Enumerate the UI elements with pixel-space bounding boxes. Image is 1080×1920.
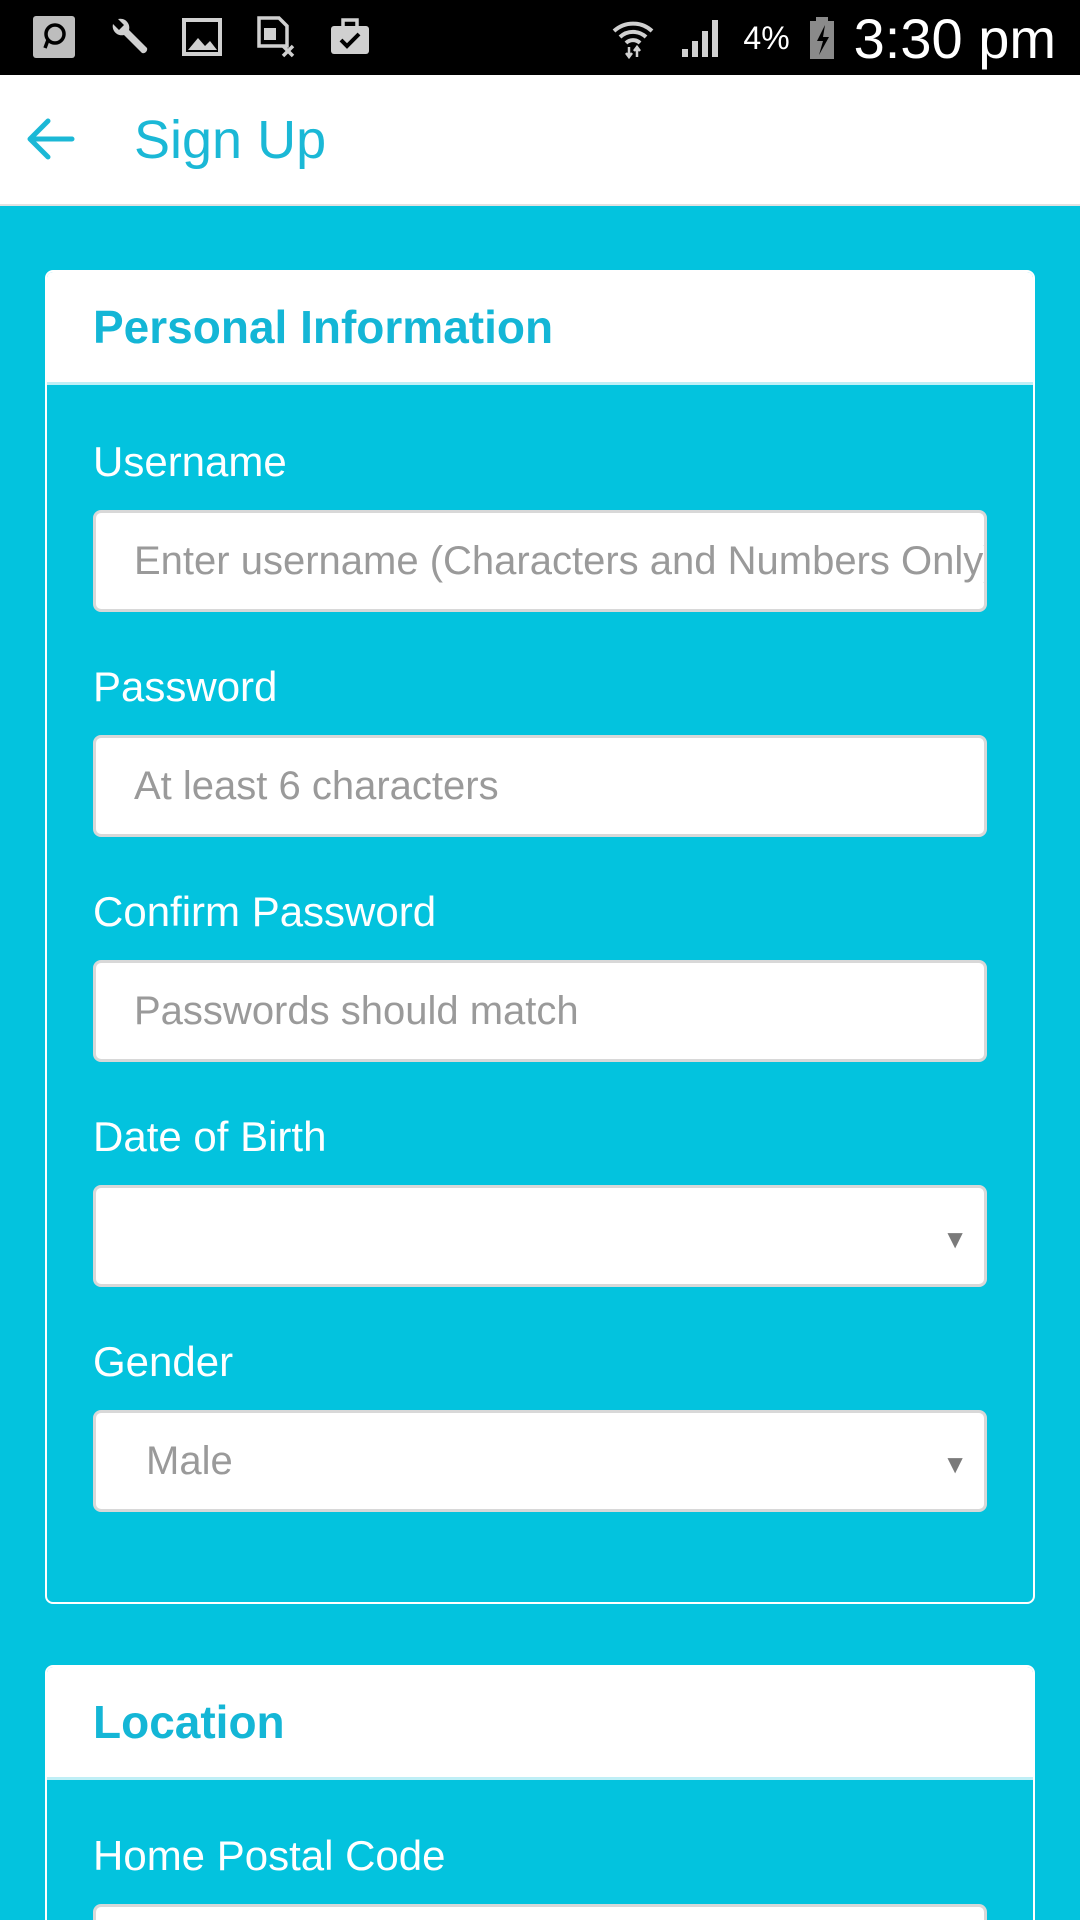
- personal-information-header: Personal Information: [47, 272, 1033, 385]
- date-of-birth-label: Date of Birth: [93, 1113, 327, 1160]
- clock: 3:30 pm: [853, 6, 1056, 70]
- battery-charging-icon: [806, 12, 838, 64]
- password-input[interactable]: [93, 735, 987, 837]
- back-button[interactable]: [18, 107, 82, 171]
- location-card: Location Home Postal Code: [45, 1665, 1035, 1920]
- gender-select[interactable]: Male ▼: [93, 1410, 987, 1512]
- arrow-left-icon: [27, 118, 75, 160]
- home-postal-code-label: Home Postal Code: [93, 1832, 446, 1879]
- signal-icon: [675, 12, 727, 64]
- clipboard-check-icon: [324, 11, 376, 63]
- date-of-birth-select[interactable]: ▼: [93, 1185, 987, 1287]
- sim-off-icon: [250, 11, 302, 63]
- status-bar-notifications: [28, 12, 376, 62]
- personal-information-title: Personal Information: [93, 301, 554, 353]
- username-label: Username: [93, 438, 287, 485]
- caret-down-icon: ▼: [942, 1224, 968, 1254]
- status-bar-system: 4% 3:30 pm: [607, 6, 1056, 70]
- location-header: Location: [47, 1667, 1033, 1780]
- chat-bubble-icon: [28, 11, 80, 63]
- image-icon: [176, 11, 228, 63]
- confirm-password-label: Confirm Password: [93, 888, 437, 935]
- caret-down-icon: ▼: [942, 1449, 968, 1479]
- wrench-icon: [102, 11, 154, 63]
- status-bar: 4% 3:30 pm: [0, 0, 1080, 75]
- gender-label: Gender: [93, 1338, 234, 1385]
- location-title: Location: [93, 1696, 285, 1748]
- confirm-password-input[interactable]: [93, 960, 987, 1062]
- wifi-icon: [607, 12, 659, 64]
- password-label: Password: [93, 663, 278, 710]
- username-input[interactable]: [93, 510, 987, 612]
- battery-percent: 4%: [743, 19, 790, 56]
- gender-value: Male: [146, 1438, 233, 1483]
- app-bar: Sign Up: [0, 75, 1080, 206]
- personal-information-card: Personal Information Username Password C…: [45, 270, 1035, 1604]
- page-title: Sign Up: [134, 110, 327, 170]
- home-postal-code-input[interactable]: [93, 1904, 987, 1920]
